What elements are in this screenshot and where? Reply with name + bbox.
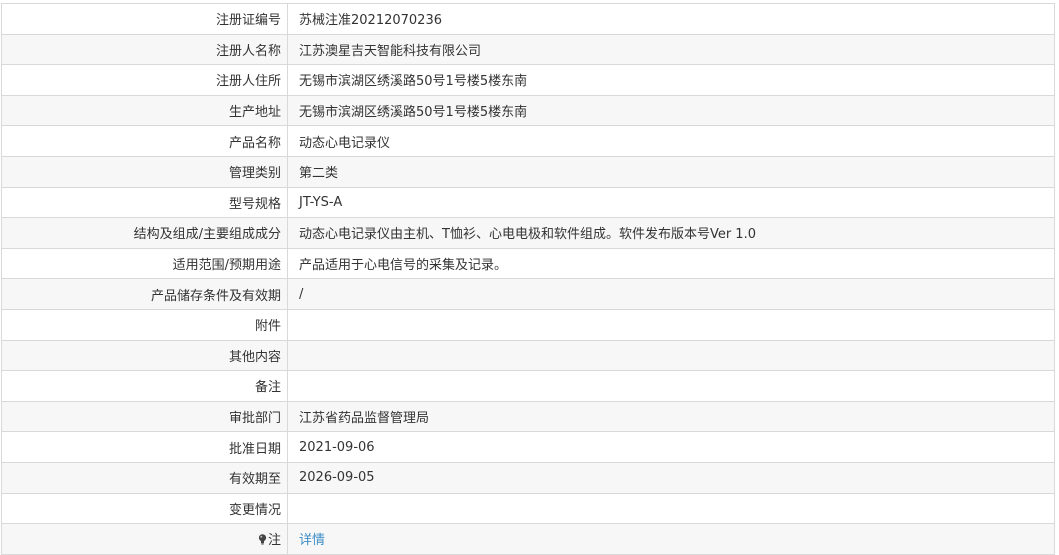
- field-value-cell: 江苏省药品监督管理局: [287, 400, 1055, 433]
- field-label-cell: 注册人住所: [1, 64, 288, 96]
- field-value-cell: JT-YS-A: [287, 186, 1055, 219]
- field-label: 结构及组成/主要组成成分: [133, 227, 281, 243]
- field-value-cell: [287, 370, 1055, 402]
- note-label: 注: [267, 533, 281, 549]
- table-row: 管理类别 第二类: [1, 155, 1055, 188]
- field-value-cell: 苏械注准20212070236: [287, 3, 1055, 35]
- field-value-cell: 产品适用于心电信号的采集及记录。: [287, 247, 1055, 280]
- field-value-cell: 2021-09-06: [287, 431, 1055, 463]
- field-label: 管理类别: [228, 166, 281, 182]
- table-row: 适用范围/预期用途 产品适用于心电信号的采集及记录。: [1, 247, 1055, 280]
- field-label-cell: 注册证编号: [1, 3, 288, 35]
- field-label-cell: 结构及组成/主要组成成分: [1, 217, 288, 249]
- note-value-cell: 详情: [287, 523, 1055, 555]
- field-value: 江苏省药品监督管理局: [299, 411, 430, 427]
- field-value-cell: [287, 492, 1055, 525]
- field-value-cell: 第二类: [287, 155, 1055, 188]
- field-label: 批准日期: [228, 441, 281, 457]
- table-row: 备注: [1, 370, 1055, 402]
- table-row: 注册人住所 无锡市滨湖区绣溪路50号1号楼5楼东南: [1, 64, 1055, 96]
- table-row: 结构及组成/主要组成成分 动态心电记录仪由主机、T恤衫、心电电极和软件组成。软件…: [1, 217, 1055, 249]
- field-value-cell: 动态心电记录仪由主机、T恤衫、心电电极和软件组成。软件发布版本号Ver 1.0: [287, 217, 1055, 249]
- field-value: 无锡市滨湖区绣溪路50号1号楼5楼东南: [299, 74, 528, 90]
- table-row: 审批部门 江苏省药品监督管理局: [1, 400, 1055, 433]
- field-label: 型号规格: [228, 196, 281, 212]
- table-row: 变更情况: [1, 492, 1055, 525]
- note-label-cell: 注: [1, 523, 288, 555]
- field-label: 附件: [254, 319, 281, 335]
- field-value: /: [299, 286, 304, 302]
- field-label-cell: 管理类别: [1, 155, 288, 188]
- field-label-cell: 其他内容: [1, 339, 288, 372]
- field-label-cell: 变更情况: [1, 492, 288, 525]
- field-value-cell: [287, 308, 1055, 341]
- field-value-cell: 无锡市滨湖区绣溪路50号1号楼5楼东南: [287, 94, 1055, 127]
- field-label-cell: 附件: [1, 308, 288, 341]
- field-label-cell: 备注: [1, 370, 288, 402]
- lightbulb-icon: [258, 534, 267, 545]
- field-label-cell: 注册人名称: [1, 33, 288, 66]
- field-label: 注册人名称: [215, 43, 281, 59]
- field-label-cell: 生产地址: [1, 94, 288, 127]
- field-label-cell: 审批部门: [1, 400, 288, 433]
- table-row: 产品储存条件及有效期 /: [1, 278, 1055, 310]
- field-label: 生产地址: [228, 105, 281, 121]
- field-value: JT-YS-A: [299, 194, 343, 210]
- field-label-cell: 有效期至: [1, 461, 288, 494]
- table-row: 附件: [1, 308, 1055, 341]
- field-label-cell: 适用范围/预期用途: [1, 247, 288, 280]
- table-row: 生产地址 无锡市滨湖区绣溪路50号1号楼5楼东南: [1, 94, 1055, 127]
- details-link[interactable]: 详情: [299, 533, 325, 548]
- field-value: 无锡市滨湖区绣溪路50号1号楼5楼东南: [299, 105, 528, 121]
- table-row: 型号规格 JT-YS-A: [1, 186, 1055, 219]
- table-row: 其他内容: [1, 339, 1055, 372]
- field-value: 江苏澳星吉天智能科技有限公司: [299, 43, 482, 59]
- field-value-cell: 江苏澳星吉天智能科技有限公司: [287, 33, 1055, 66]
- field-label: 适用范围/预期用途: [172, 258, 281, 274]
- field-value-cell: 无锡市滨湖区绣溪路50号1号楼5楼东南: [287, 64, 1055, 96]
- field-value: 苏械注准20212070236: [299, 13, 442, 29]
- field-label: 其他内容: [228, 349, 281, 365]
- field-label: 变更情况: [228, 502, 281, 518]
- field-value: 2021-09-06: [299, 439, 375, 455]
- table-row: 批准日期 2021-09-06: [1, 431, 1055, 463]
- field-value-cell: /: [287, 278, 1055, 310]
- field-value: 2026-09-05: [299, 470, 375, 486]
- note-row: 注 详情: [1, 523, 1055, 555]
- field-value: 动态心电记录仪由主机、T恤衫、心电电极和软件组成。软件发布版本号Ver 1.0: [299, 227, 756, 243]
- field-value: 第二类: [299, 166, 339, 182]
- registration-detail-table: 注册证编号 苏械注准20212070236 注册人名称 江苏澳星吉天智能科技有限…: [1, 3, 1055, 555]
- field-label: 有效期至: [228, 472, 281, 488]
- field-label: 注册人住所: [215, 74, 281, 90]
- field-value: 动态心电记录仪: [299, 135, 391, 151]
- field-label-cell: 批准日期: [1, 431, 288, 463]
- field-label-cell: 型号规格: [1, 186, 288, 219]
- field-label: 审批部门: [228, 411, 281, 427]
- table-row: 注册人名称 江苏澳星吉天智能科技有限公司: [1, 33, 1055, 66]
- field-label-cell: 产品储存条件及有效期: [1, 278, 288, 310]
- table-row: 注册证编号 苏械注准20212070236: [1, 3, 1055, 35]
- field-label: 产品储存条件及有效期: [150, 288, 281, 304]
- field-value-cell: 动态心电记录仪: [287, 125, 1055, 157]
- field-label: 备注: [254, 380, 281, 396]
- table-row: 有效期至 2026-09-05: [1, 461, 1055, 494]
- field-value-cell: [287, 339, 1055, 372]
- field-label: 产品名称: [228, 135, 281, 151]
- field-value-cell: 2026-09-05: [287, 461, 1055, 494]
- field-value: 产品适用于心电信号的采集及记录。: [299, 258, 508, 274]
- field-label: 注册证编号: [215, 13, 281, 29]
- table-row: 产品名称 动态心电记录仪: [1, 125, 1055, 157]
- field-label-cell: 产品名称: [1, 125, 288, 157]
